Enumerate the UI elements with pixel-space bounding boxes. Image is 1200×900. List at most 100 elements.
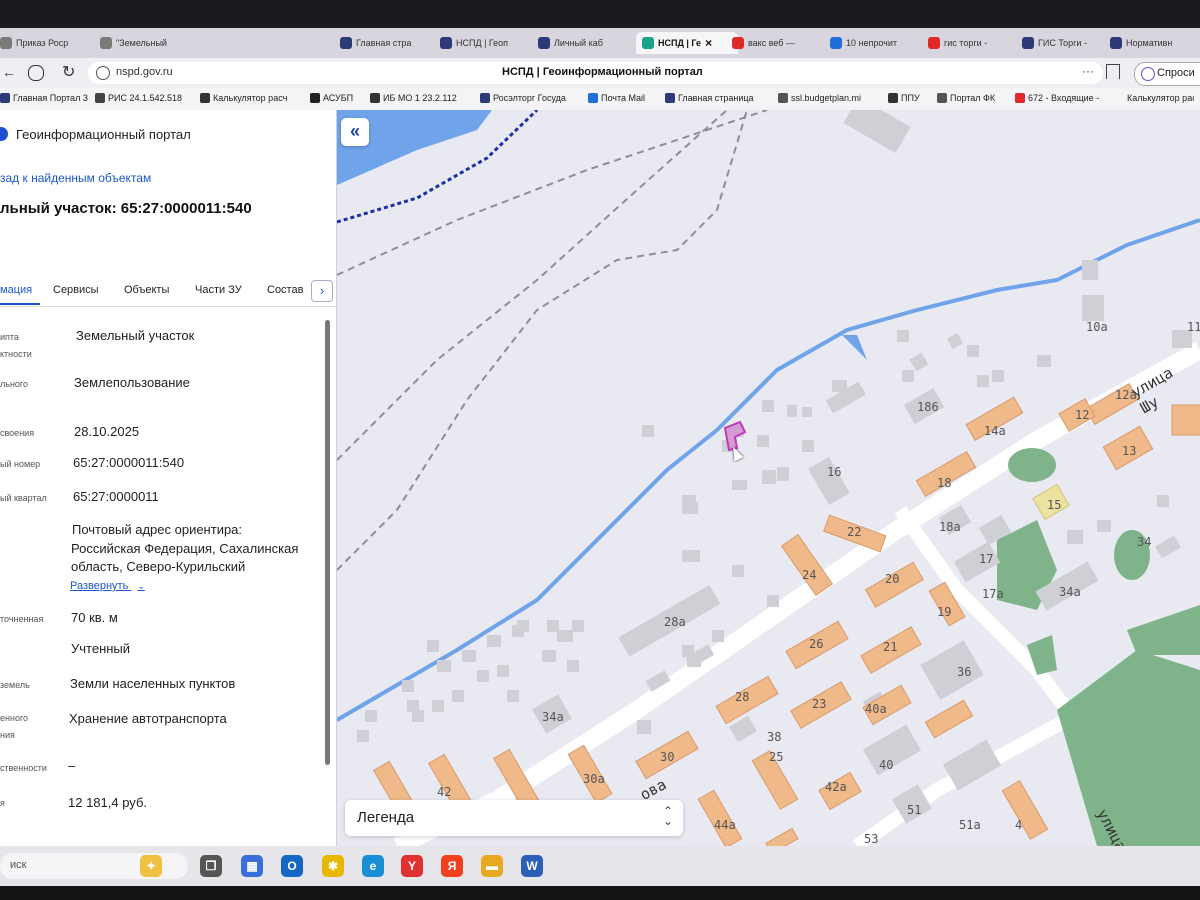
river-delta bbox=[842, 335, 867, 360]
field-label: своения bbox=[0, 428, 35, 438]
tab-label: 10 непрочит bbox=[846, 38, 898, 48]
menu-dots-icon[interactable]: ··· bbox=[1082, 64, 1094, 78]
browser-tab[interactable]: Личный каб bbox=[538, 32, 632, 54]
browser-tab[interactable]: 10 непрочит bbox=[830, 32, 924, 54]
bookmark-item[interactable]: Главная Портал 3 bbox=[0, 93, 88, 103]
bookmark-item[interactable]: Почта Mail bbox=[588, 93, 645, 103]
field-value: 12 181,4 руб. bbox=[68, 795, 148, 810]
bookmark-item[interactable]: 672 - Входящие - bbox=[1015, 93, 1099, 103]
yandex-protect-icon[interactable] bbox=[28, 65, 44, 81]
bookmark-star-icon[interactable] bbox=[1106, 64, 1120, 79]
bookmark-item[interactable]: РИС 24.1.542.518 bbox=[95, 93, 182, 103]
browser-tab[interactable]: НСПД | Ге × bbox=[636, 32, 738, 54]
bookmark-favicon-icon bbox=[778, 93, 788, 103]
green-area bbox=[1008, 448, 1056, 482]
house-number-label: 28а bbox=[664, 615, 686, 629]
tab-composition[interactable]: Состав bbox=[267, 284, 303, 296]
ask-alice-button[interactable]: Спроси bbox=[1134, 62, 1200, 86]
bookmark-item[interactable]: Главная страница bbox=[665, 93, 754, 103]
bookmark-item[interactable]: Портал ФК bbox=[937, 93, 995, 103]
house-number-label: 21 bbox=[883, 640, 898, 654]
back-arrow-icon[interactable]: ← bbox=[2, 64, 16, 80]
house-number-label: 18 bbox=[937, 476, 952, 490]
field-value: область, Северо-Курильский bbox=[71, 559, 246, 574]
tab-favicon-icon bbox=[538, 37, 550, 49]
house-number-label: 20 bbox=[885, 572, 900, 586]
yandex-app-icon[interactable]: Я bbox=[441, 855, 463, 877]
bookmark-label: Калькулятор расч bbox=[1127, 93, 1194, 103]
field-label: ый номер bbox=[0, 459, 41, 469]
info-tabs: мация Сервисы Объекты Части ЗУ Состав › bbox=[0, 276, 336, 307]
tab-favicon-icon bbox=[642, 37, 654, 49]
beeline-app-icon[interactable]: ✱ bbox=[322, 855, 344, 877]
browser-tab[interactable]: "Земельный bbox=[100, 32, 196, 54]
bookmark-item[interactable]: Росэлторг Госуда bbox=[480, 93, 566, 103]
expand-link-label: Развернуть bbox=[70, 580, 129, 592]
store-app-icon[interactable]: ▦ bbox=[241, 855, 263, 877]
url-field[interactable]: nspd.gov.ru НСПД | Геоинформационный пор… bbox=[88, 62, 1103, 84]
site-info-icon[interactable] bbox=[96, 66, 110, 80]
yandex-browser-app-icon[interactable]: Y bbox=[401, 855, 423, 877]
tab-label: вакс веб — bbox=[748, 38, 795, 48]
bookmark-label: Портал ФК bbox=[950, 93, 996, 103]
panel-scrollbar[interactable] bbox=[325, 320, 330, 765]
tab-services[interactable]: Сервисы bbox=[53, 284, 99, 296]
tab-label: Приказ Роср bbox=[16, 38, 69, 48]
word-app-icon[interactable]: W bbox=[521, 855, 543, 877]
tab-objects[interactable]: Объекты bbox=[124, 284, 169, 296]
house-number-label: 11 bbox=[1187, 320, 1200, 334]
tab-label: НСПД | Ге bbox=[658, 38, 702, 48]
expand-link[interactable]: Развернуть ⌄ bbox=[70, 580, 145, 592]
house-number-label: 18а bbox=[939, 520, 961, 534]
browser-tab[interactable]: гис торги - bbox=[928, 32, 1018, 54]
bookmark-item[interactable]: Калькулятор расч bbox=[200, 93, 287, 103]
outlook-app-icon[interactable]: O bbox=[281, 855, 303, 877]
field-value: Российская Федерация, Сахалинская bbox=[71, 541, 299, 556]
house-number-label: 53 bbox=[864, 832, 879, 846]
close-tab-icon[interactable]: × bbox=[705, 36, 712, 50]
collapse-panel-button[interactable]: « bbox=[341, 118, 369, 146]
bookmark-favicon-icon bbox=[665, 93, 675, 103]
tab-next-button[interactable]: › bbox=[311, 280, 333, 302]
expand-collapse-icon: ⌃ ⌄ bbox=[663, 804, 674, 828]
bookmark-item[interactable]: ssl.budgetplan.mi bbox=[778, 93, 861, 103]
field-value: – bbox=[68, 758, 76, 773]
tab-information[interactable]: мация bbox=[0, 284, 32, 296]
house-number-label: 30 bbox=[660, 750, 675, 764]
browser-tab[interactable]: НСПД | Геоп bbox=[440, 32, 534, 54]
copilot-app-icon[interactable]: ✦ bbox=[140, 855, 162, 877]
browser-tab[interactable]: ГИС Торги - bbox=[1022, 32, 1106, 54]
bookmark-item[interactable]: Калькулятор расч bbox=[1124, 93, 1194, 103]
house-number-label: 40 bbox=[879, 758, 894, 772]
bookmark-label: РИС 24.1.542.518 bbox=[108, 93, 183, 103]
field-value: Земельный участок bbox=[76, 328, 195, 343]
bookmark-item[interactable]: ИБ МО 1 23.2.112 bbox=[370, 93, 457, 103]
bookmark-item[interactable]: АСУБП bbox=[310, 93, 353, 103]
house-number-label: 16 bbox=[827, 465, 842, 479]
bookmark-item[interactable]: ППУ bbox=[888, 93, 920, 103]
legend-dropdown[interactable]: Легенда ⌃ ⌄ bbox=[345, 800, 683, 836]
bookmark-favicon-icon bbox=[888, 93, 898, 103]
house-number-label: 51 bbox=[907, 803, 922, 817]
tab-label: "Земельный bbox=[116, 38, 167, 48]
house-number-label: 14а bbox=[984, 424, 1006, 438]
tab-label: Личный каб bbox=[554, 38, 603, 48]
tab-parts[interactable]: Части ЗУ bbox=[195, 284, 242, 296]
edge-app-icon[interactable]: e bbox=[362, 855, 384, 877]
house-number-label: 23 bbox=[812, 697, 827, 711]
house-number-label: 17 bbox=[979, 552, 994, 566]
browser-tab[interactable]: Нормативн bbox=[1110, 32, 1200, 54]
reload-icon[interactable]: ↻ bbox=[62, 62, 75, 82]
bookmark-favicon-icon bbox=[200, 93, 210, 103]
browser-tab[interactable]: Главная стра bbox=[340, 32, 436, 54]
double-chevron-left-icon: « bbox=[349, 121, 360, 141]
bookmark-label: Росэлторг Госуда bbox=[493, 93, 566, 103]
back-to-results-link[interactable]: зад к найденным объектам bbox=[0, 171, 151, 185]
browser-tab[interactable]: вакс веб — bbox=[732, 32, 826, 54]
house-number-label: 34а bbox=[1059, 585, 1081, 599]
url-text: nspd.gov.ru bbox=[116, 66, 173, 78]
task-view-app-icon[interactable]: ❐ bbox=[200, 855, 222, 877]
explorer-app-icon[interactable]: ▬ bbox=[481, 855, 503, 877]
browser-tab[interactable]: Приказ Роср bbox=[0, 32, 96, 54]
map-view[interactable]: 10а 186 12а 14а 12 16 18 13 15 22 18а 17 24 20 17а 34а 3… bbox=[337, 110, 1200, 846]
